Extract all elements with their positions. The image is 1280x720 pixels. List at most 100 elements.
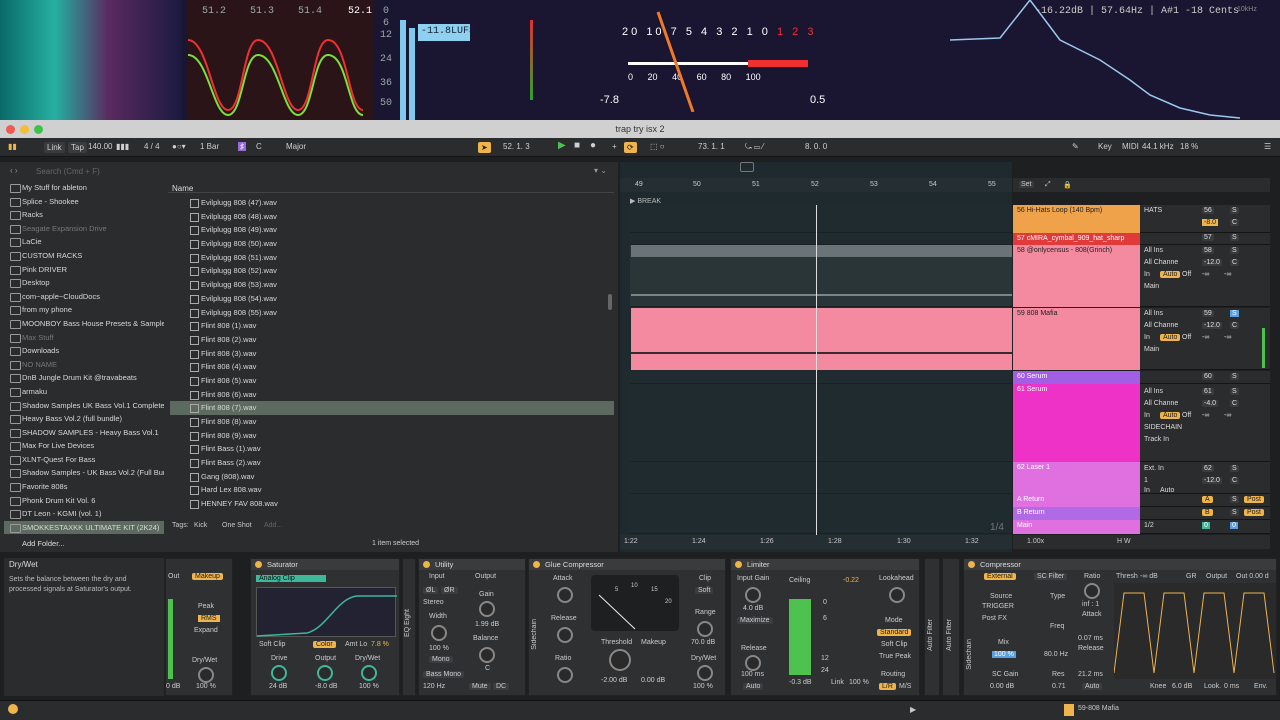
return-a-button[interactable]: A xyxy=(1202,496,1213,503)
monitor-auto[interactable]: Auto xyxy=(1160,487,1174,494)
ceiling-value[interactable]: -0.22 xyxy=(843,577,859,584)
post-toggle[interactable]: Post xyxy=(1244,509,1265,516)
file-item[interactable]: Evilplugg 808 (51).wav xyxy=(170,251,614,265)
place-item[interactable]: Splice - Shookee xyxy=(4,195,164,209)
send-a[interactable]: -∞ xyxy=(1202,412,1209,419)
makeup-value[interactable]: 0.00 dB xyxy=(641,677,665,684)
track-lane-laser[interactable] xyxy=(630,462,1012,494)
monitor-off[interactable]: Off xyxy=(1182,412,1191,419)
tap-button[interactable]: Tap xyxy=(68,142,87,153)
file-item[interactable]: Flint 808 (1).wav xyxy=(170,319,614,333)
mute-button[interactable]: Mute xyxy=(469,683,491,690)
file-item[interactable]: Hard Lex 808.wav xyxy=(170,483,614,497)
send-a[interactable]: -∞ xyxy=(1202,334,1209,341)
song-position-field[interactable]: 52. 1. 3 xyxy=(503,142,530,151)
solo-button[interactable]: S xyxy=(1230,234,1239,241)
track-title[interactable]: A Return xyxy=(1013,494,1140,507)
monitor-auto[interactable]: Auto xyxy=(1160,412,1181,419)
file-item[interactable]: Flint 808 (2).wav xyxy=(170,333,614,347)
lookahead-knob[interactable] xyxy=(889,587,905,603)
key-select[interactable]: C xyxy=(256,142,262,151)
loop-icon[interactable]: ⤿ ▭ ⁄ xyxy=(745,142,764,152)
tag-chip[interactable]: Kick xyxy=(194,522,207,529)
link-value[interactable]: 100 % xyxy=(849,679,869,686)
device-header[interactable]: Limiter xyxy=(731,559,919,570)
knee-value[interactable]: 6.0 dB xyxy=(1172,683,1192,690)
look-value[interactable]: 0 ms xyxy=(1224,683,1239,690)
place-item[interactable]: LaCie xyxy=(4,235,164,249)
gain-knob[interactable] xyxy=(479,601,495,617)
ratio-value[interactable]: inf : 1 xyxy=(1082,601,1099,608)
minimize-window-button[interactable] xyxy=(20,125,29,134)
place-item[interactable]: SMOKKESTAXKK ULTIMATE KIT (2K24) xyxy=(4,520,164,535)
track-number[interactable]: 61 xyxy=(1202,388,1214,395)
color-toggle[interactable]: Color xyxy=(313,641,336,648)
stereo-select[interactable]: Stereo xyxy=(423,599,444,606)
place-item[interactable]: Pink DRIVER xyxy=(4,263,164,277)
range-knob[interactable] xyxy=(697,621,713,637)
metronome-icon[interactable]: ●○▾ xyxy=(172,142,186,151)
drywet-knob[interactable] xyxy=(697,665,713,681)
attack-knob[interactable] xyxy=(557,587,573,603)
capture-icon[interactable]: ⬚ ○ xyxy=(650,142,665,151)
browser-toggle-icon[interactable]: ▮▮ xyxy=(8,142,17,151)
solo-button[interactable]: S xyxy=(1230,310,1239,317)
place-item[interactable]: Racks xyxy=(4,208,164,222)
sidechain-toggle[interactable]: Sidechain xyxy=(966,639,973,670)
track-lane-returns[interactable] xyxy=(630,494,1012,534)
track-title[interactable]: 58 @onlycensus - 808(Grinch) xyxy=(1013,245,1140,307)
attack-value[interactable]: 0.07 ms xyxy=(1078,635,1103,642)
lock-icon[interactable]: 🔒 xyxy=(1063,181,1072,189)
nudge-icon[interactable]: ▮▮▮ xyxy=(116,142,129,151)
main-ratio[interactable]: 1/2 xyxy=(1144,522,1154,529)
input-select[interactable]: HATS xyxy=(1144,207,1162,214)
monitor-in[interactable]: In xyxy=(1144,271,1150,278)
place-item[interactable]: Seagate Expansion Drive xyxy=(4,222,164,236)
device-header[interactable]: Glue Compressor xyxy=(529,559,725,570)
device-header[interactable]: Compressor xyxy=(964,559,1276,570)
soft-clip-toggle[interactable]: Soft xyxy=(695,587,714,594)
place-item[interactable]: Max Stuff xyxy=(4,331,164,345)
solo-button[interactable]: S xyxy=(1230,509,1239,516)
file-item[interactable]: Evilplugg 808 (52).wav xyxy=(170,264,614,278)
output-value[interactable]: -8.0 dB xyxy=(315,683,338,690)
thresh-value[interactable]: -∞ dB xyxy=(1140,573,1158,580)
output-select[interactable]: Main xyxy=(1144,346,1159,353)
mode-true-peak[interactable]: True Peak xyxy=(879,653,911,660)
mode-soft-clip[interactable]: Soft Clip xyxy=(881,641,907,648)
track-lane-hihats[interactable] xyxy=(630,205,1012,233)
stop-button-icon[interactable]: ■ xyxy=(574,140,580,151)
place-item[interactable]: CUSTOM RACKS xyxy=(4,249,164,263)
solo-button[interactable]: S xyxy=(1230,207,1239,214)
quantize-select[interactable]: 1 Bar xyxy=(200,142,219,151)
close-window-button[interactable] xyxy=(6,125,15,134)
loop-length-field[interactable]: 8. 0. 0 xyxy=(805,142,827,151)
solo-button[interactable]: S xyxy=(1230,465,1239,472)
threshold-value[interactable]: -2.00 dB xyxy=(601,677,627,684)
external-button[interactable]: External xyxy=(984,573,1016,580)
channel-select[interactable]: All Channe xyxy=(1144,400,1178,407)
clip-808-mafia[interactable] xyxy=(631,308,1012,370)
file-item[interactable]: Evilplugg 808 (49).wav xyxy=(170,223,614,237)
device-auto-filter[interactable]: Auto Filter xyxy=(942,558,960,696)
track-number[interactable]: 60 xyxy=(1202,373,1214,380)
monitor-in[interactable]: In xyxy=(1144,334,1150,341)
place-item[interactable]: DT Leon - KGMI (vol. 1) xyxy=(4,507,164,521)
main-volume[interactable]: 0 xyxy=(1202,522,1210,529)
place-item[interactable]: com~apple~CloudDocs xyxy=(4,290,164,304)
place-item[interactable]: My Stuff for ableton xyxy=(4,181,164,195)
bass-mono-freq[interactable]: 120 Hz xyxy=(423,683,445,690)
clip-808-grinch-header[interactable] xyxy=(631,245,1012,257)
file-item[interactable]: Evilplugg 808 (53).wav xyxy=(170,278,614,292)
monitor-in[interactable]: In xyxy=(1144,412,1150,419)
place-item[interactable]: Shadow Samples UK Bass Vol.1 Complete E xyxy=(4,399,164,413)
volume-field[interactable]: -12.0 xyxy=(1202,477,1222,484)
peak-button[interactable]: Peak xyxy=(198,603,214,610)
pan-field[interactable]: C xyxy=(1230,259,1240,266)
maximize-button[interactable]: Maximize xyxy=(737,617,773,624)
time-ruler[interactable] xyxy=(620,535,1012,549)
place-item[interactable]: DnB Jungle Drum Kit @travabeats xyxy=(4,371,164,385)
tempo-field[interactable]: 140.00 xyxy=(88,142,112,151)
expand-button[interactable]: Expand xyxy=(194,627,218,634)
channel-select[interactable]: All Channe xyxy=(1144,322,1178,329)
